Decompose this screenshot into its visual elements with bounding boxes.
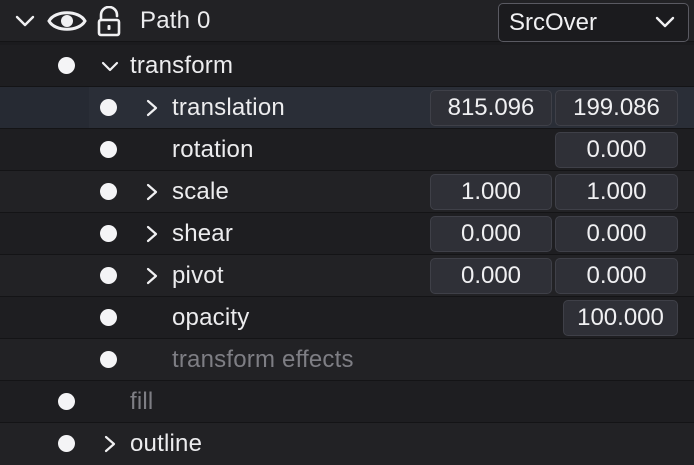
expand-chevron-down-icon[interactable] (98, 45, 119, 87)
fill-row: fill (0, 381, 694, 423)
layer-header-row: Path 0 SrcOver (0, 0, 694, 42)
pivot-x-field[interactable]: 0.000 (430, 258, 552, 294)
expand-chevron-right-icon[interactable] (98, 423, 118, 465)
collapse-chevron-down-icon[interactable] (12, 0, 35, 42)
transform-effects-label: transform effects (172, 346, 354, 373)
transform-effects-row: transform effects (0, 339, 694, 381)
scale-x-field[interactable]: 1.000 (430, 174, 552, 210)
scale-row: scale 1.000 1.000 (0, 171, 694, 213)
shear-y-field[interactable]: 0.000 (555, 216, 678, 252)
keyframe-dot-icon[interactable] (58, 57, 75, 74)
layer-name[interactable]: Path 0 (140, 0, 211, 42)
outline-row: outline (0, 423, 694, 465)
keyframe-dot-icon[interactable] (100, 351, 117, 368)
translation-y-field[interactable]: 199.086 (555, 90, 678, 126)
chevron-down-icon (654, 14, 676, 35)
eye-icon[interactable] (47, 7, 87, 40)
keyframe-dot-icon[interactable] (100, 225, 117, 242)
keyframe-dot-icon[interactable] (58, 435, 75, 452)
expand-chevron-right-icon[interactable] (140, 87, 160, 129)
scale-y-field[interactable]: 1.000 (555, 174, 678, 210)
unlocked-padlock-icon[interactable] (96, 5, 122, 43)
keyframe-dot-icon[interactable] (100, 183, 117, 200)
opacity-row: opacity 100.000 (0, 297, 694, 339)
keyframe-dot-icon[interactable] (100, 99, 117, 116)
scale-label: scale (172, 178, 230, 205)
shear-label: shear (172, 220, 234, 247)
opacity-label: opacity (172, 304, 250, 331)
opacity-field[interactable]: 100.000 (563, 300, 678, 336)
pivot-y-field[interactable]: 0.000 (555, 258, 678, 294)
translation-row[interactable]: translation 815.096 199.086 (0, 87, 694, 129)
expand-chevron-right-icon[interactable] (140, 213, 160, 255)
shear-x-field[interactable]: 0.000 (430, 216, 552, 252)
translation-x-field[interactable]: 815.096 (430, 90, 552, 126)
transform-row: transform (0, 45, 694, 87)
keyframe-dot-icon[interactable] (100, 267, 117, 284)
shear-row: shear 0.000 0.000 (0, 213, 694, 255)
expand-chevron-right-icon[interactable] (140, 255, 160, 297)
rotation-label: rotation (172, 136, 254, 163)
translation-label: translation (172, 94, 285, 121)
keyframe-dot-icon[interactable] (100, 309, 117, 326)
outline-label: outline (130, 430, 203, 457)
keyframe-dot-icon[interactable] (100, 141, 117, 158)
blend-mode-value: SrcOver (509, 9, 598, 36)
expand-chevron-right-icon[interactable] (140, 171, 160, 213)
rotation-row: rotation 0.000 (0, 129, 694, 171)
fill-label: fill (130, 388, 154, 415)
rotation-field[interactable]: 0.000 (555, 132, 678, 168)
pivot-label: pivot (172, 262, 224, 289)
properties-panel: Path 0 SrcOver transform translation 815… (0, 0, 694, 465)
keyframe-dot-icon[interactable] (58, 393, 75, 410)
pivot-row: pivot 0.000 0.000 (0, 255, 694, 297)
transform-label: transform (130, 52, 234, 79)
blend-mode-select[interactable]: SrcOver (498, 3, 689, 42)
